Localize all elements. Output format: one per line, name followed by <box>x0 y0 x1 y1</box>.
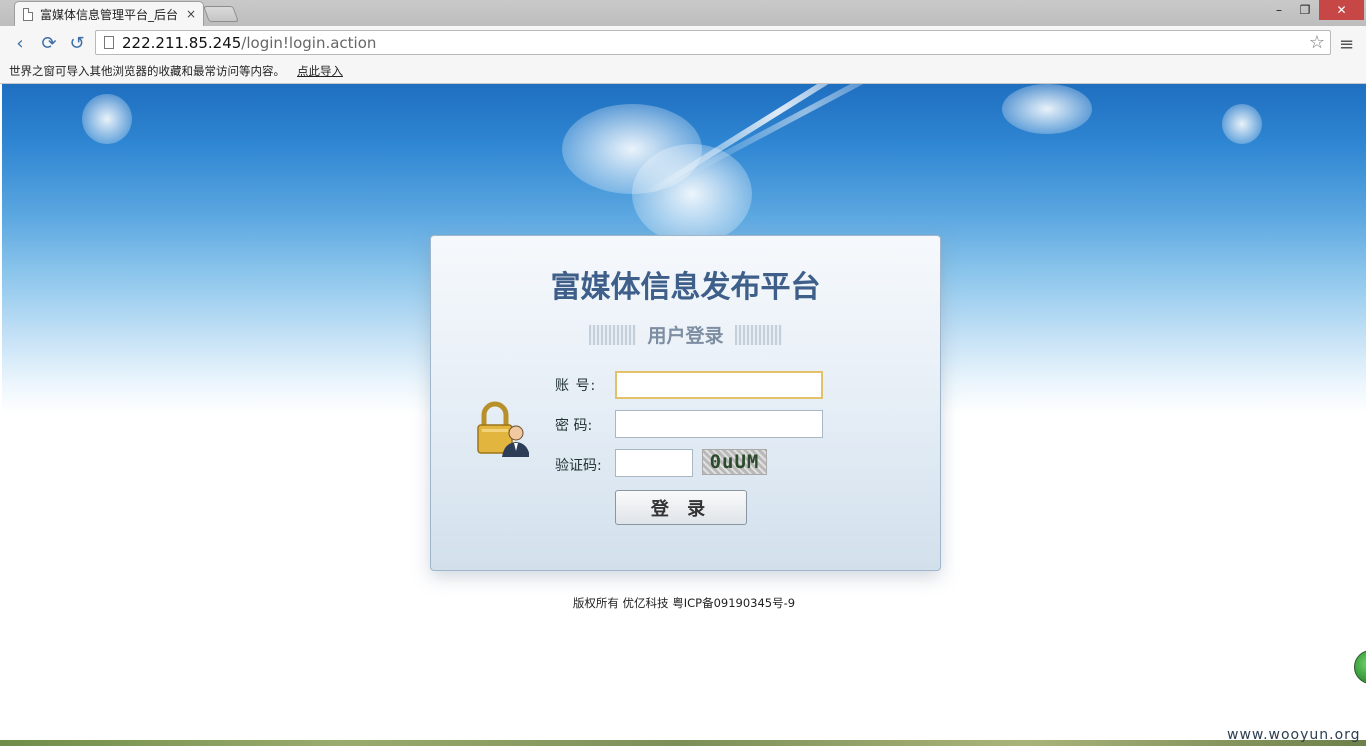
import-message: 世界之窗可导入其他浏览器的收藏和最常访问等内容。 <box>9 63 285 78</box>
sky-glow <box>82 94 132 144</box>
tab-title: 富媒体信息管理平台_后台 <box>40 7 179 22</box>
decor-stripe <box>589 324 637 345</box>
browser-titlebar: 富媒体信息管理平台_后台 × – ❐ ✕ <box>0 0 1366 26</box>
sky-glow <box>1002 84 1092 134</box>
login-button[interactable]: 登 录 <box>615 490 747 525</box>
bookmark-star-icon[interactable]: ☆ <box>1309 32 1325 53</box>
captcha-input[interactable] <box>615 449 693 477</box>
refresh-icon[interactable]: ⟳ <box>38 32 60 54</box>
subtitle-row: 用户登录 <box>431 321 940 348</box>
tab-close-icon[interactable]: × <box>186 7 196 21</box>
lock-user-icon <box>477 401 529 457</box>
account-input[interactable] <box>615 371 823 399</box>
browser-toolbar: ‹ ⟳ ↺ 222.211.85.245/login!login.action … <box>0 26 1366 58</box>
login-subtitle: 用户登录 <box>647 325 724 347</box>
address-bar[interactable]: 222.211.85.245/login!login.action ☆ <box>95 30 1331 55</box>
copyright-text: 版权所有 优亿科技 粤ICP备09190345号-9 <box>572 596 796 610</box>
minimize-button[interactable]: – <box>1265 0 1293 20</box>
close-window-button[interactable]: ✕ <box>1319 0 1364 20</box>
page-content: 富媒体信息发布平台 用户登录 账 号: 密 码: 验证码: 0uUM 登 录 版… <box>2 84 1366 740</box>
decor-stripe <box>734 324 782 345</box>
menu-icon[interactable]: ≡ <box>1339 34 1354 55</box>
password-input[interactable] <box>615 410 823 438</box>
platform-title: 富媒体信息发布平台 <box>550 270 821 305</box>
account-label: 账 号: <box>555 378 597 394</box>
new-tab-button[interactable] <box>203 6 239 22</box>
page-icon <box>104 36 114 49</box>
password-label: 密 码: <box>555 418 593 434</box>
url-host: 222.211.85.245 <box>122 33 242 52</box>
taskbar-strip <box>0 740 1366 746</box>
undo-icon[interactable]: ↺ <box>66 32 88 54</box>
captcha-label: 验证码: <box>555 458 602 474</box>
browser-tab[interactable]: 富媒体信息管理平台_后台 × <box>14 1 204 26</box>
floating-widget-icon[interactable] <box>1354 650 1366 684</box>
import-link[interactable]: 点此导入 <box>297 63 343 79</box>
bookmark-bar: 世界之窗可导入其他浏览器的收藏和最常访问等内容。 点此导入 <box>0 58 1366 84</box>
url-path: /login!login.action <box>241 33 377 52</box>
document-icon <box>23 7 33 21</box>
login-panel: 富媒体信息发布平台 用户登录 账 号: 密 码: 验证码: 0uUM 登 录 <box>430 235 941 571</box>
captcha-image[interactable]: 0uUM <box>702 449 767 475</box>
maximize-button[interactable]: ❐ <box>1291 0 1319 20</box>
back-arrow-icon[interactable]: ‹ <box>9 32 31 54</box>
watermark: www.wooyun.org <box>1227 727 1361 743</box>
sky-glow <box>1222 104 1262 144</box>
